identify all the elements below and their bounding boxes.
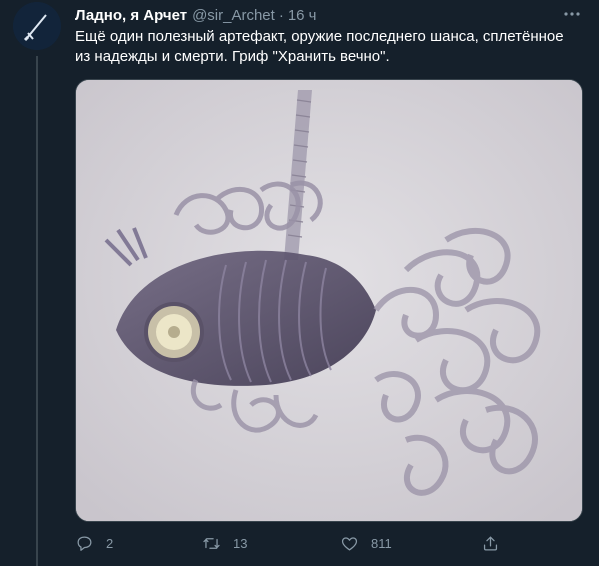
retweet-button[interactable]: 13 <box>202 531 247 555</box>
share-icon <box>483 536 498 550</box>
retweet-icon <box>203 537 220 549</box>
tweet-time[interactable]: 16 ч <box>288 7 317 24</box>
reply-button[interactable]: 2 <box>75 531 113 555</box>
tweet-media[interactable] <box>75 79 583 522</box>
reply-icon <box>77 536 92 551</box>
avatar[interactable] <box>13 2 61 50</box>
display-name[interactable]: Ладно, я Арчет <box>75 7 187 24</box>
tweet-header: Ладно, я Арчет @sir_Archet · 16 ч <box>75 5 316 25</box>
sword-avatar-icon <box>13 2 61 50</box>
thread-line <box>36 56 38 566</box>
more-icon <box>564 12 580 16</box>
user-handle[interactable]: @sir_Archet <box>192 7 275 24</box>
separator-dot: · <box>278 6 284 24</box>
reply-count: 2 <box>106 535 114 551</box>
more-button[interactable] <box>562 5 582 23</box>
like-button[interactable]: 811 <box>340 531 392 555</box>
heart-icon <box>341 536 358 550</box>
tweet-actions: 2 13 811 <box>75 531 581 555</box>
tweet-text: Ещё один полезный артефакт, оружие после… <box>75 28 564 65</box>
like-count: 811 <box>371 535 392 551</box>
retweet-count: 13 <box>233 535 248 551</box>
fish-sculpture-image <box>76 80 582 521</box>
share-button[interactable] <box>481 531 512 555</box>
